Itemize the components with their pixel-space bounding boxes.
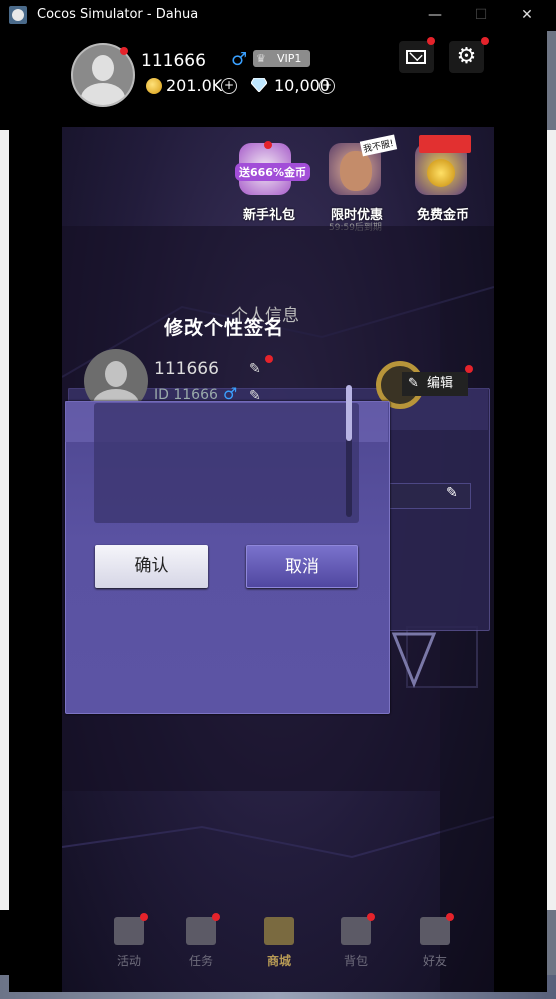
bag-icon (341, 917, 371, 945)
app-icon (9, 6, 27, 24)
nav-shop[interactable]: 商城 (250, 917, 306, 977)
vip-label: VIP1 (277, 52, 302, 65)
edit-button-label: 编辑 (427, 376, 454, 391)
profile-name: 111666 (154, 359, 219, 379)
mail-notification-dot (427, 37, 435, 45)
male-icon: ♂ (231, 49, 248, 70)
dialog-title: 修改个性签名 (164, 317, 285, 339)
pencil-icon: ✎ (408, 376, 419, 391)
scrollbar-thumb[interactable] (346, 385, 352, 441)
close-button[interactable]: ✕ (504, 0, 550, 31)
settings-button[interactable]: ⚙ (449, 41, 484, 73)
newbie-gift-label[interactable]: 新手礼包 (243, 204, 295, 223)
edit-button[interactable]: ✎ 编辑 (402, 372, 468, 396)
game-viewport: 111666 ♂ ♛ VIP1 201.0K + 10,000 + ⚙ 送666… (9, 31, 547, 992)
free-coins-label[interactable]: 免费金币 (417, 204, 469, 223)
coin-balance: 201.0K (166, 76, 223, 95)
task-icon (186, 917, 216, 945)
nav-friends-label: 好友 (422, 954, 447, 968)
nav-shop-label: 商城 (266, 954, 291, 968)
friends-notification-dot (446, 913, 454, 921)
add-coins-button[interactable]: + (221, 78, 237, 94)
nav-activity[interactable]: 活动 (100, 913, 156, 977)
desktop-right-strip (547, 130, 556, 910)
vip-badge: ♛ VIP1 (253, 50, 310, 67)
maximize-button[interactable]: ☐ (458, 0, 504, 31)
gear-icon: ⚙ (456, 44, 477, 69)
shop-icon (264, 917, 294, 945)
coin-stack-icon (427, 159, 455, 187)
nav-task-label: 任务 (188, 954, 213, 968)
gift-notification-dot (264, 141, 272, 149)
username: 111666 (141, 51, 206, 71)
desktop-left-strip (0, 130, 9, 910)
nav-bag[interactable]: 背包 (327, 913, 383, 977)
nav-bag-label: 背包 (343, 954, 368, 968)
mail-button[interactable] (399, 41, 434, 73)
edit-notification-dot (465, 365, 473, 373)
edit-name-pencil-icon[interactable]: ✎ (249, 361, 261, 377)
activity-icon (114, 917, 144, 945)
nav-friends[interactable]: 好友 (406, 913, 462, 977)
crown-icon: ♛ (256, 52, 266, 65)
friends-icon (420, 917, 450, 945)
nav-activity-label: 活动 (116, 954, 141, 968)
bag-notification-dot (367, 913, 375, 921)
signature-field[interactable] (389, 483, 471, 509)
minimize-button[interactable]: — (412, 0, 458, 31)
confirm-button[interactable]: 确认 (95, 545, 208, 588)
coin-icon (146, 78, 162, 94)
cancel-button[interactable]: 取消 (246, 545, 358, 588)
nav-task[interactable]: 任务 (172, 913, 228, 977)
diamond-icon (251, 78, 267, 92)
gift-badge: 送666%金币 (235, 163, 310, 181)
emblem-decoration (391, 632, 437, 689)
task-notification-dot (212, 913, 220, 921)
avatar-notification-dot (120, 47, 128, 55)
signature-input[interactable] (94, 403, 359, 523)
add-gems-button[interactable]: + (319, 78, 335, 94)
settings-notification-dot (481, 37, 489, 45)
name-notification-dot (265, 355, 273, 363)
deal-face-image (340, 151, 372, 191)
window-title: Cocos Simulator - Dahua (37, 7, 199, 22)
activity-notification-dot (140, 913, 148, 921)
signature-edit-pencil-icon[interactable]: ✎ (446, 485, 458, 501)
free-coins-ribbon (419, 135, 471, 153)
